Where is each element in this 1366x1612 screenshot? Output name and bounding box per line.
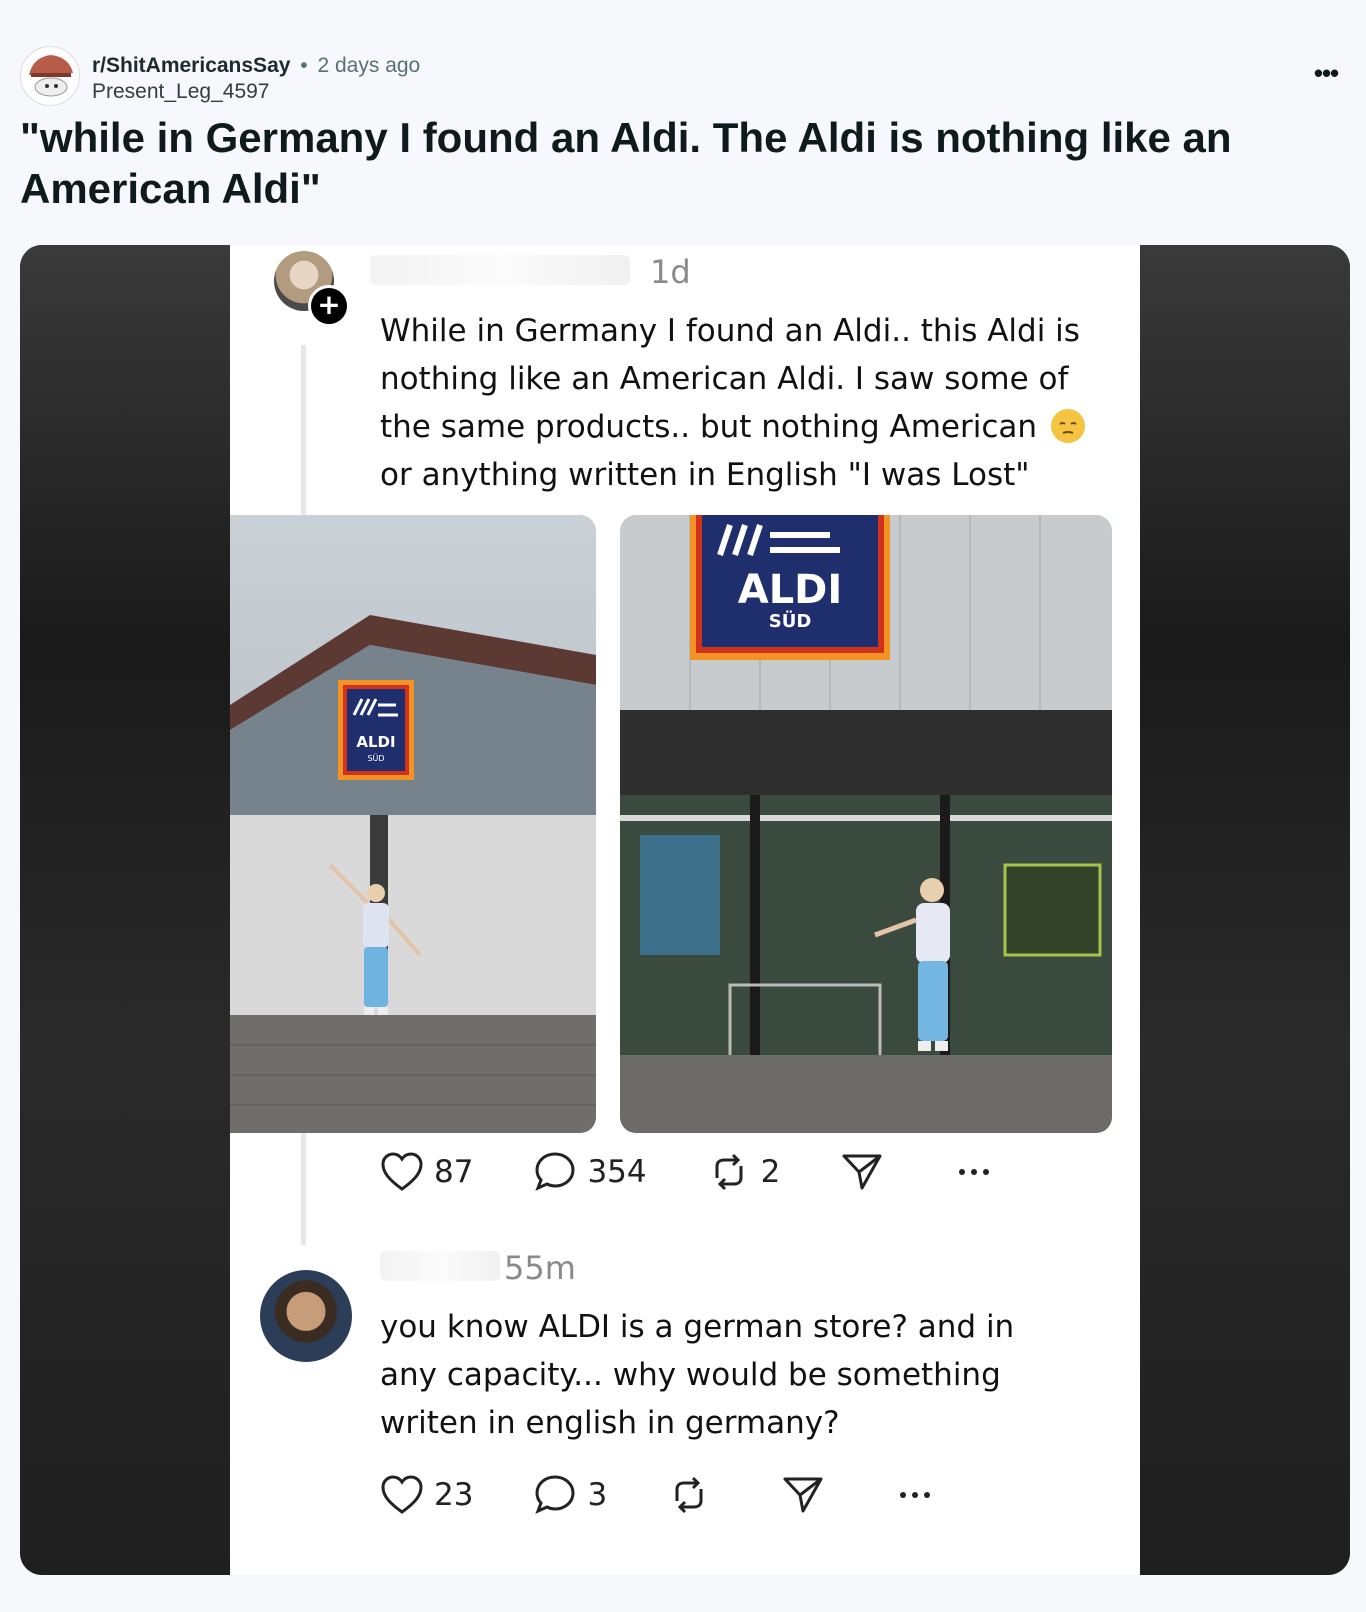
reply-count: 354	[587, 1154, 647, 1190]
reply-actions: 23 3	[380, 1473, 1005, 1517]
more-button[interactable]	[895, 1485, 945, 1505]
pensive-face-icon	[1050, 408, 1085, 443]
aldi-sign-text: ALDI	[356, 733, 395, 751]
photo-aldi-exterior[interactable]: ALDI SÜD	[230, 515, 596, 1133]
subreddit-name[interactable]: r/ShitAmericansSay	[92, 54, 290, 77]
media-blur-right	[1140, 245, 1350, 1575]
post-header: r/ShitAmericansSay • 2 days ago Present_…	[20, 46, 1350, 110]
send-icon	[842, 1154, 882, 1190]
share-button[interactable]	[781, 1473, 835, 1517]
more-options-button[interactable]: •••	[1306, 58, 1346, 88]
reply-text: you know ALDI is a german store? and in …	[380, 1309, 1015, 1441]
share-button[interactable]	[840, 1150, 894, 1194]
repost-icon	[675, 1476, 703, 1514]
repost-button[interactable]: 2	[707, 1150, 781, 1194]
post-title[interactable]: "while in Germany I found an Aldi. The A…	[20, 112, 1320, 214]
post-meta: r/ShitAmericansSay • 2 days ago	[92, 52, 420, 80]
heart-icon	[381, 1152, 423, 1191]
like-count: 87	[434, 1154, 474, 1190]
screenshot-card: + 1d While in Germany I found an Aldi.. …	[230, 245, 1140, 1575]
reply-button[interactable]: 3	[533, 1473, 607, 1517]
like-button[interactable]: 87	[380, 1152, 473, 1192]
post-media[interactable]: + 1d While in Germany I found an Aldi.. …	[20, 245, 1350, 1575]
more-button[interactable]	[954, 1162, 1004, 1182]
redacted-username	[370, 255, 630, 285]
repost-icon	[715, 1153, 743, 1191]
post-text-part2: or anything written in English "I was Lo…	[380, 457, 1030, 493]
post-time: 2 days ago	[317, 54, 421, 77]
media-blur-left	[20, 245, 230, 1575]
ellipsis-icon	[900, 1492, 931, 1498]
comment-icon	[535, 1475, 575, 1514]
like-button[interactable]: 23	[380, 1475, 473, 1515]
reply-timestamp: 55m	[504, 1249, 576, 1287]
subreddit-avatar-icon	[22, 48, 78, 104]
meta-separator: •	[300, 54, 308, 77]
send-icon	[783, 1477, 823, 1513]
post-author[interactable]: Present_Leg_4597	[92, 80, 270, 104]
follow-plus-icon: +	[308, 285, 350, 327]
repost-count: 2	[760, 1154, 781, 1190]
avatar	[260, 1270, 352, 1362]
comment-icon	[535, 1152, 575, 1191]
post-text: While in Germany I found an Aldi.. this …	[380, 307, 1100, 499]
aldi-sign-sub: SÜD	[367, 753, 384, 763]
post-text-part1: While in Germany I found an Aldi.. this …	[380, 313, 1080, 445]
like-count: 23	[434, 1477, 474, 1513]
post-actions: 87 354 2	[380, 1150, 1064, 1194]
reply-button[interactable]: 354	[533, 1150, 647, 1194]
photo-aldi-entrance[interactable]: ALDI SÜD	[620, 515, 1112, 1133]
reply-count: 3	[587, 1477, 608, 1513]
repost-button[interactable]	[667, 1473, 721, 1517]
post-timestamp: 1d	[650, 253, 691, 291]
aldi-sign-sub-large: SÜD	[769, 610, 812, 632]
aldi-sign-text-large: ALDI	[738, 567, 843, 613]
subreddit-avatar[interactable]	[20, 46, 80, 106]
redacted-username	[380, 1251, 500, 1281]
ellipsis-icon	[959, 1169, 990, 1175]
heart-icon	[381, 1475, 423, 1514]
